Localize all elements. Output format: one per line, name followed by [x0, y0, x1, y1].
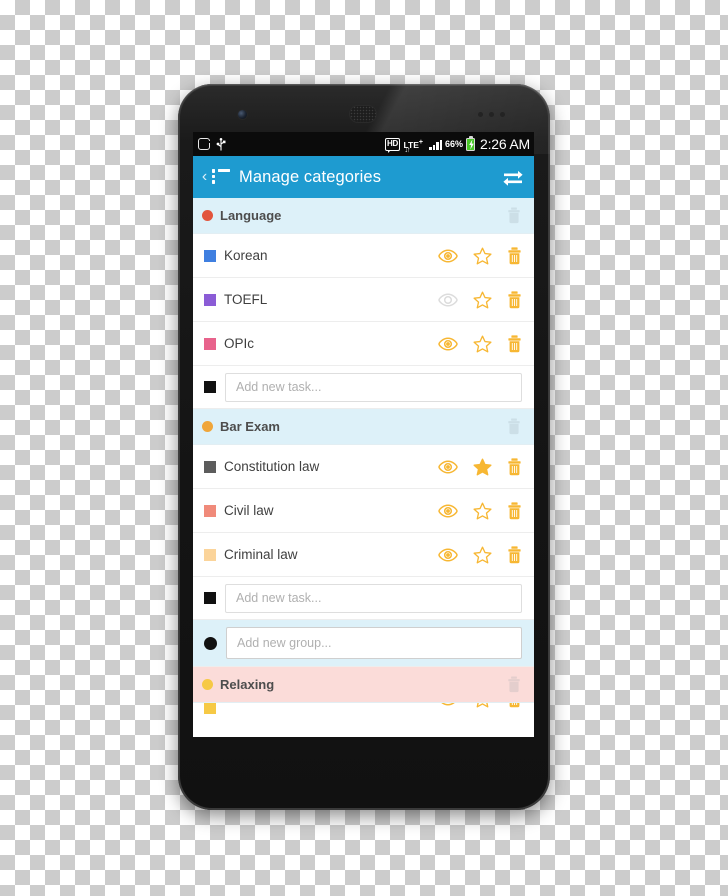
- delete-trash-icon[interactable]: [507, 334, 522, 353]
- visibility-eye-icon[interactable]: [438, 703, 458, 706]
- group-color-dot: [202, 210, 213, 221]
- battery-charging-icon: [466, 135, 476, 151]
- status-bar-left: [198, 137, 226, 151]
- favorite-star-icon[interactable]: [473, 291, 492, 309]
- add-task-input[interactable]: Add new task...: [225, 372, 522, 402]
- row-actions: [438, 457, 534, 476]
- task-color-swatch: [204, 293, 216, 306]
- row-actions: [438, 246, 534, 265]
- add-group-row[interactable]: Add new group...: [193, 620, 534, 667]
- new-task-color-swatch[interactable]: [204, 381, 216, 393]
- visibility-off-eye-icon[interactable]: [438, 292, 458, 307]
- group-color-dot: [202, 421, 213, 432]
- visibility-eye-icon[interactable]: [438, 459, 458, 474]
- delete-trash-icon[interactable]: [507, 501, 522, 520]
- delete-trash-icon[interactable]: [507, 418, 521, 435]
- table-row[interactable]: [193, 703, 534, 717]
- phone-device-frame: HD LTE+ ↓↑ 66% 2:26 AM ‹ Manage categori…: [178, 84, 550, 810]
- favorite-star-icon[interactable]: [473, 502, 492, 520]
- group-header[interactable]: Relaxing: [193, 667, 534, 703]
- table-row[interactable]: Civil law: [193, 489, 534, 533]
- front-camera-icon: [238, 110, 247, 119]
- table-row[interactable]: Constitution law: [193, 445, 534, 489]
- group-name-label: Bar Exam: [220, 419, 280, 434]
- group-name-label: Relaxing: [220, 677, 275, 692]
- signal-bars-icon: [429, 139, 443, 150]
- favorite-star-icon[interactable]: [473, 458, 492, 476]
- task-color-swatch: [204, 703, 216, 714]
- delete-trash-icon[interactable]: [507, 703, 522, 708]
- back-chevron-icon[interactable]: ‹: [199, 169, 210, 185]
- list-menu-icon[interactable]: [212, 169, 230, 185]
- delete-trash-icon[interactable]: [507, 457, 522, 476]
- add-task-input[interactable]: Add new task...: [225, 583, 522, 613]
- hd-voice-icon: HD: [384, 137, 401, 153]
- page-title: Manage categories: [239, 167, 382, 186]
- task-name-label: OPIc: [224, 336, 255, 351]
- task-color-swatch: [204, 460, 216, 473]
- group-header[interactable]: Bar Exam: [193, 409, 534, 445]
- sync-refresh-icon[interactable]: [501, 166, 525, 188]
- group-color-dot: [202, 679, 213, 690]
- task-name-label: Criminal law: [224, 547, 298, 562]
- visibility-eye-icon[interactable]: [438, 503, 458, 518]
- app-badge-icon: [198, 138, 211, 150]
- task-color-swatch: [204, 249, 216, 262]
- add-group-input[interactable]: Add new group...: [226, 627, 522, 659]
- clock-label: 2:26 AM: [480, 136, 530, 152]
- visibility-eye-icon[interactable]: [438, 547, 458, 562]
- group-name-label: Language: [220, 208, 282, 223]
- delete-trash-icon[interactable]: [507, 545, 522, 564]
- task-name-label: Constitution law: [224, 459, 320, 474]
- status-bar-right: HD LTE+ ↓↑ 66% 2:26 AM: [384, 135, 530, 154]
- task-color-swatch: [204, 504, 216, 517]
- proximity-sensors-icon: [478, 112, 512, 118]
- network-arrows: ↓↑: [404, 147, 410, 155]
- group-header[interactable]: Language: [193, 198, 534, 234]
- battery-percent-label: 66%: [445, 139, 464, 149]
- app-bar: ‹ Manage categories: [193, 156, 534, 198]
- task-color-swatch: [204, 548, 216, 561]
- delete-trash-icon[interactable]: [507, 207, 521, 224]
- task-name-label: TOEFL: [224, 292, 268, 307]
- task-color-swatch: [204, 337, 216, 350]
- table-row[interactable]: TOEFL: [193, 278, 534, 322]
- network-type-icon: LTE+ ↓↑: [403, 138, 426, 154]
- delete-trash-icon[interactable]: [507, 290, 522, 309]
- row-actions: [438, 703, 534, 708]
- visibility-eye-icon[interactable]: [438, 336, 458, 351]
- new-task-color-swatch[interactable]: [204, 592, 216, 604]
- category-list[interactable]: Language Korean TOEFL OPIc Add new task... Ba…: [193, 198, 534, 737]
- table-row[interactable]: OPIc: [193, 322, 534, 366]
- add-task-row[interactable]: Add new task...: [193, 366, 534, 409]
- task-name-label: Korean: [224, 248, 268, 263]
- favorite-star-icon[interactable]: [473, 247, 492, 265]
- status-bar: HD LTE+ ↓↑ 66% 2:26 AM: [193, 132, 534, 156]
- favorite-star-icon[interactable]: [473, 703, 492, 708]
- row-actions: [438, 501, 534, 520]
- phone-screen: HD LTE+ ↓↑ 66% 2:26 AM ‹ Manage categori…: [193, 132, 534, 737]
- row-actions: [438, 334, 534, 353]
- task-name-label: Civil law: [224, 503, 274, 518]
- add-task-row[interactable]: Add new task...: [193, 577, 534, 620]
- network-plus: +: [418, 138, 424, 146]
- new-group-color-dot[interactable]: [204, 636, 217, 650]
- table-row[interactable]: Korean: [193, 234, 534, 278]
- favorite-star-icon[interactable]: [473, 546, 492, 564]
- row-actions: [438, 290, 534, 309]
- delete-trash-icon[interactable]: [507, 246, 522, 265]
- visibility-eye-icon[interactable]: [438, 248, 458, 263]
- table-row[interactable]: Criminal law: [193, 533, 534, 577]
- favorite-star-icon[interactable]: [473, 335, 492, 353]
- earpiece-speaker-icon: [350, 106, 376, 122]
- row-actions: [438, 545, 534, 564]
- delete-trash-icon[interactable]: [507, 676, 521, 693]
- usb-icon: [216, 137, 226, 151]
